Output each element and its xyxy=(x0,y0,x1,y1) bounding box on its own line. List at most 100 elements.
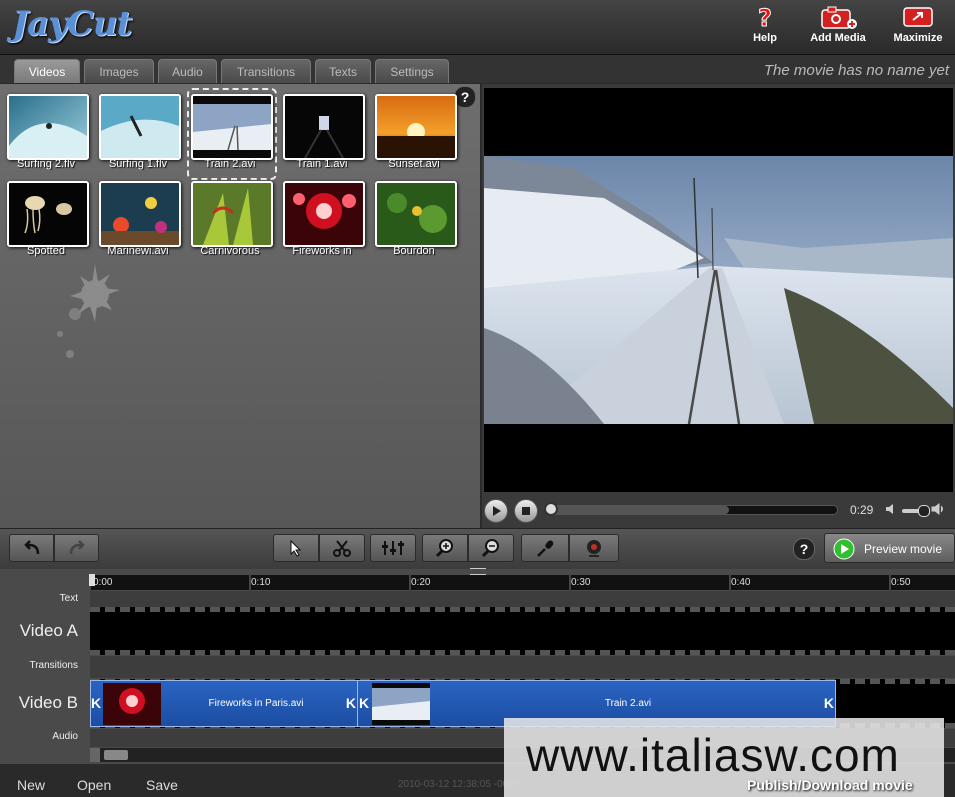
video-a-track[interactable] xyxy=(90,607,955,655)
tab-settings[interactable]: Settings xyxy=(375,59,449,83)
zoom-out-button[interactable] xyxy=(468,534,514,562)
watermark-text: www.italiasw.com xyxy=(526,729,900,781)
volume-icon xyxy=(884,502,898,521)
surfing-1-image xyxy=(101,96,179,158)
scissors-icon xyxy=(333,540,351,557)
tab-videos[interactable]: Videos xyxy=(14,59,80,83)
open-button[interactable]: Open xyxy=(77,777,111,793)
ruler-label: 0:30 xyxy=(571,577,591,588)
webcam-icon xyxy=(587,540,601,557)
thumb-surfing-1[interactable] xyxy=(99,94,181,160)
thumb-label: Fireworks in xyxy=(292,245,352,257)
train-2-image xyxy=(193,96,271,158)
help-button[interactable]: ? Help xyxy=(725,2,805,50)
trim-right-handle[interactable]: K xyxy=(824,695,834,711)
thumb-carnivorous[interactable] xyxy=(191,181,273,247)
scroll-left-arrow[interactable] xyxy=(90,748,100,762)
thumb-spotted[interactable] xyxy=(7,181,89,247)
undo-icon xyxy=(23,540,39,555)
select-tool-button[interactable] xyxy=(273,534,319,562)
thumb-surfing-2[interactable] xyxy=(7,94,89,160)
thumb-label: Carnivorous xyxy=(200,245,260,257)
add-media-button[interactable]: Add Media xyxy=(798,2,878,50)
zoom-in-button[interactable] xyxy=(422,534,468,562)
preview-movie-button[interactable]: Preview movie xyxy=(824,533,955,563)
timeline-ruler[interactable] xyxy=(89,575,955,590)
train-1-image xyxy=(285,96,363,158)
play-icon xyxy=(493,506,501,516)
mixer-button[interactable] xyxy=(370,534,416,562)
ruler-label: 0:40 xyxy=(731,577,751,588)
tab-audio[interactable]: Audio xyxy=(158,59,217,83)
thumb-label: Surfing 1.flv xyxy=(108,158,168,170)
transitions-track[interactable] xyxy=(90,656,955,678)
clip-thumbnail xyxy=(372,683,430,725)
redo-button[interactable] xyxy=(54,534,99,562)
stop-icon xyxy=(522,507,530,515)
trim-left-handle[interactable]: K xyxy=(91,695,101,711)
thumb-marinewi[interactable] xyxy=(99,181,181,247)
ruler-label: 0:20 xyxy=(411,577,431,588)
playback-time: 0:29 xyxy=(850,503,874,517)
redo-icon xyxy=(69,540,85,555)
tab-transitions[interactable]: Transitions xyxy=(221,59,311,83)
publish-download-button[interactable]: Publish/Download movie xyxy=(747,777,913,793)
movie-name[interactable]: The movie has no name yet xyxy=(764,62,949,79)
track-label-video-b: Video B xyxy=(18,693,78,712)
track-label-video-a: Video A xyxy=(19,621,78,640)
cut-tool-button[interactable] xyxy=(319,534,365,562)
volume-handle[interactable] xyxy=(918,505,930,517)
trim-left-handle[interactable]: K xyxy=(359,695,369,711)
tab-images[interactable]: Images xyxy=(84,59,154,83)
undo-button[interactable] xyxy=(9,534,54,562)
toolbar-help-button[interactable]: ? xyxy=(793,538,815,560)
surfing-2-image xyxy=(9,96,87,158)
clip-fireworks[interactable]: Fireworks in Paris.avi K K xyxy=(90,680,358,727)
ruler-label: 0:10 xyxy=(251,577,271,588)
record-audio-button[interactable] xyxy=(521,534,569,562)
library-help-button[interactable]: ? xyxy=(454,86,476,108)
ruler-label: 0:00 xyxy=(93,577,113,588)
tab-texts[interactable]: Texts xyxy=(315,59,371,83)
scroll-thumb[interactable] xyxy=(104,750,128,760)
trim-right-handle[interactable]: K xyxy=(346,695,356,711)
new-button[interactable]: New xyxy=(17,777,45,793)
add-media-label: Add Media xyxy=(810,32,866,44)
thumb-sunset[interactable] xyxy=(375,94,457,160)
spotted-image xyxy=(9,183,87,245)
save-timestamp: 2010-03-12 12:38:05 -0077 xyxy=(398,779,520,790)
webcam-button[interactable] xyxy=(569,534,619,562)
question-icon: ? xyxy=(725,4,805,33)
play-button[interactable] xyxy=(484,499,508,523)
maximize-label: Maximize xyxy=(893,32,943,44)
playhead[interactable] xyxy=(89,574,95,586)
stop-button[interactable] xyxy=(514,499,538,523)
save-button[interactable]: Save xyxy=(146,777,178,793)
text-track[interactable] xyxy=(90,591,955,607)
thumb-label: Surfing 2.flv xyxy=(16,158,76,170)
resize-handle[interactable] xyxy=(470,568,486,575)
seek-handle[interactable] xyxy=(544,502,558,516)
seek-progress xyxy=(546,506,730,514)
thumb-train-1[interactable] xyxy=(283,94,365,160)
track-label-audio: Audio xyxy=(52,731,78,742)
play-circle-icon xyxy=(833,538,855,560)
jaycut-logo: JayCut xyxy=(12,4,132,44)
thumb-train-2[interactable] xyxy=(191,94,273,160)
maximize-button[interactable]: Maximize xyxy=(878,2,955,50)
thumb-label: Sunset.avi xyxy=(388,158,440,170)
help-label: Help xyxy=(753,32,777,44)
thumb-label: Train 1.avi xyxy=(296,158,348,170)
camera-add-icon xyxy=(798,4,878,30)
clip-thumbnail xyxy=(103,683,161,725)
seek-bar[interactable] xyxy=(545,505,838,515)
thumb-fireworks[interactable] xyxy=(283,181,365,247)
ruler-ticks xyxy=(89,575,891,590)
carnivorous-image xyxy=(193,183,271,245)
bourdon-image xyxy=(377,183,455,245)
thumb-bourdon[interactable] xyxy=(375,181,457,247)
thumb-label: Marinewi.avi xyxy=(107,245,169,257)
maximize-icon xyxy=(878,4,955,30)
microphone-icon xyxy=(537,540,554,557)
sunset-image xyxy=(377,96,455,158)
